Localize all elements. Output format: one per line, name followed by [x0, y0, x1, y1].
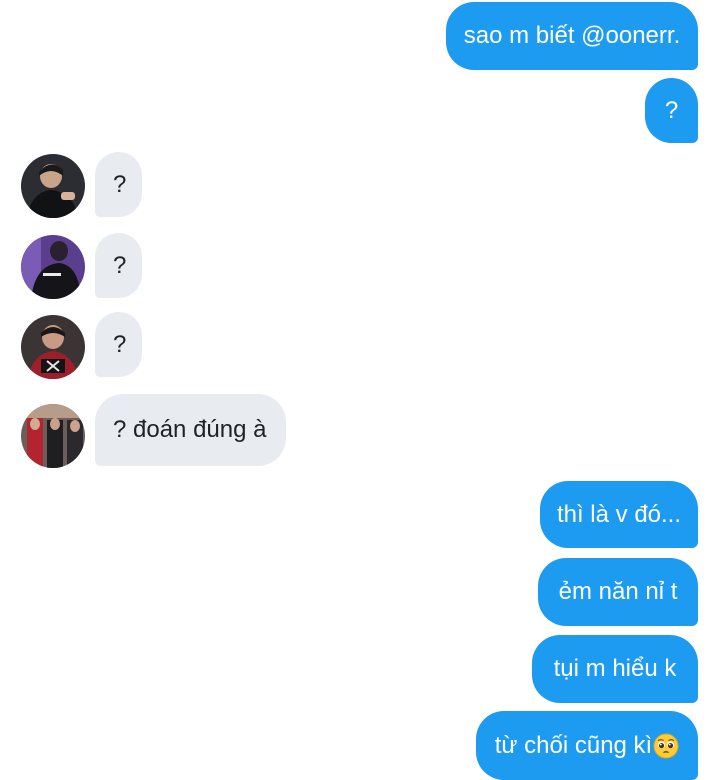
message-bubble-incoming[interactable]: ?: [95, 312, 142, 377]
avatar[interactable]: [21, 404, 85, 468]
message-text: ?: [113, 170, 127, 198]
message-bubble-outgoing[interactable]: sao m biết @oonerr.: [446, 2, 698, 70]
message-bubble-outgoing[interactable]: thì là v đó...: [540, 481, 698, 548]
chat-thread: sao m biết @oonerr. ? ? ? ? ? đoán đúng …: [0, 0, 720, 780]
pleading-face-emoji-icon: [653, 733, 679, 759]
message-text: tụi m hiểu k: [553, 655, 677, 682]
avatar[interactable]: [21, 235, 85, 299]
message-text: ? đoán đúng à: [113, 416, 267, 443]
message-text: thì là v đó...: [556, 500, 682, 528]
message-text: ?: [113, 251, 127, 279]
message-bubble-incoming[interactable]: ?: [95, 233, 142, 298]
message-text: ẻm năn nỉ t: [558, 578, 678, 605]
message-bubble-outgoing[interactable]: ?: [645, 78, 698, 143]
avatar[interactable]: [21, 315, 85, 379]
message-text: từ chối cũng kì: [494, 731, 653, 759]
message-bubble-incoming[interactable]: ? đoán đúng à: [95, 394, 286, 466]
message-bubble-outgoing[interactable]: từ chối cũng kì: [476, 711, 698, 780]
message-bubble-outgoing[interactable]: tụi m hiểu k: [532, 635, 698, 703]
message-bubble-incoming[interactable]: ?: [95, 152, 142, 217]
message-text: sao m biết @oonerr.: [463, 22, 681, 49]
avatar[interactable]: [21, 154, 85, 218]
message-bubble-outgoing[interactable]: ẻm năn nỉ t: [538, 558, 698, 626]
message-text: ?: [113, 330, 127, 358]
message-text: ?: [664, 96, 679, 124]
